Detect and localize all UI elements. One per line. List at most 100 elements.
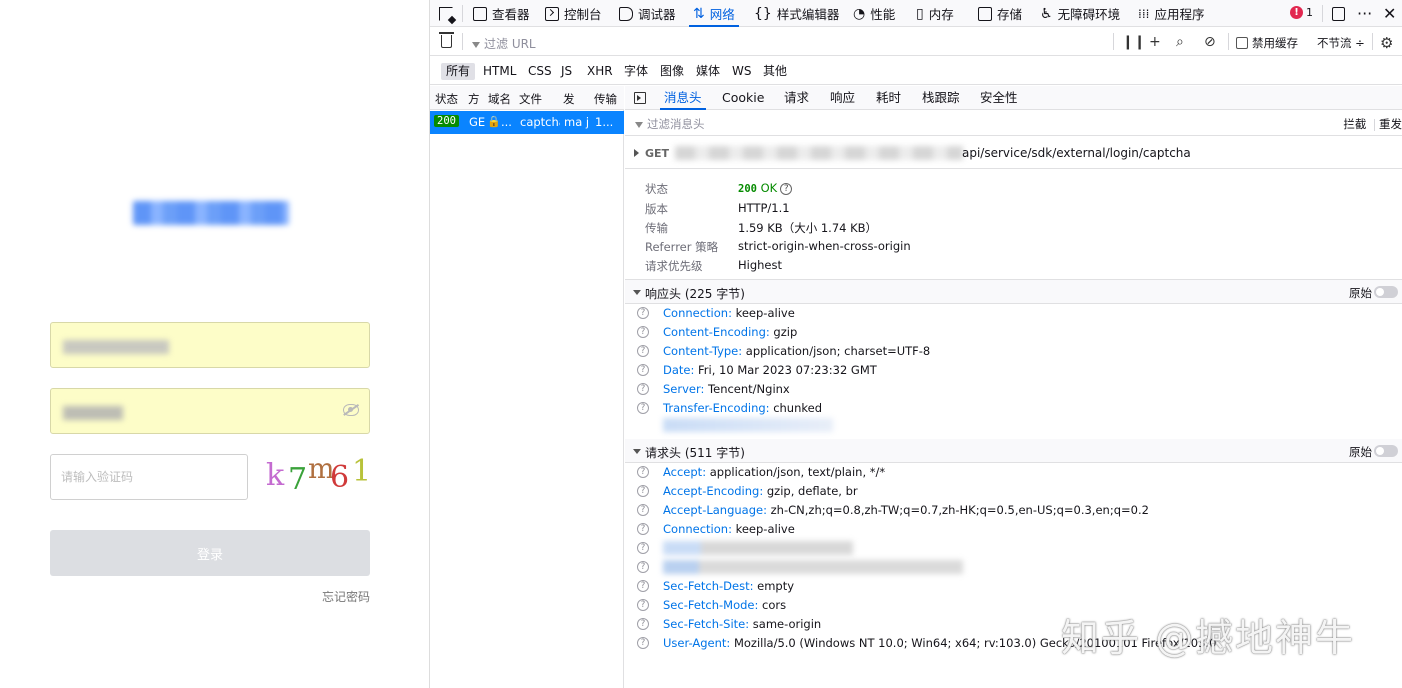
header-filter-input[interactable]: 过滤消息头 <box>635 116 705 132</box>
request-summary: 状态 200 OK? 版本 HTTP/1.1 传输 1.59 KB（大小 1.74 … <box>625 170 1402 280</box>
column-file[interactable]: 文件 <box>519 91 542 107</box>
disable-cache-checkbox[interactable]: 禁用缓存 <box>1236 35 1298 51</box>
clear-requests-icon[interactable] <box>439 32 454 48</box>
forgot-password-link[interactable]: 忘记密码 <box>322 588 370 605</box>
tab-storage[interactable]: 存储 <box>978 0 1022 27</box>
type-filter-media[interactable]: 媒体 <box>691 63 725 80</box>
add-button[interactable]: + <box>1149 34 1161 50</box>
tab-application[interactable]: ⁞⁞⁞ 应用程序 <box>1138 0 1204 27</box>
error-count[interactable]: 1 <box>1306 6 1313 19</box>
type-filter-font[interactable]: 字体 <box>619 63 653 80</box>
tab-memory[interactable]: ▯ 内存 <box>916 0 954 27</box>
header-filter-bar: 过滤消息头 拦截 重发 <box>625 111 1402 136</box>
captcha-image[interactable]: k 7 m 6 1 <box>266 452 374 500</box>
tab-label: 控制台 <box>564 7 602 22</box>
status-code: 200 <box>738 183 757 195</box>
close-devtools-button[interactable]: ✕ <box>1383 0 1396 27</box>
tab-request[interactable]: 请求 <box>784 86 809 110</box>
help-icon[interactable]: ? <box>780 182 793 195</box>
tab-accessibility[interactable]: ♿ 无障碍环境 <box>1040 0 1120 27</box>
tab-security[interactable]: 安全性 <box>980 86 1018 110</box>
captcha-input[interactable] <box>50 454 248 500</box>
tab-timings[interactable]: 耗时 <box>876 86 901 110</box>
response-headers-section[interactable]: 响应头 (225 字节) 原始 <box>625 280 1402 304</box>
help-icon[interactable]: ? <box>637 402 649 414</box>
tab-stack-trace[interactable]: 栈跟踪 <box>922 86 960 110</box>
tab-network[interactable]: ⇅ 网络 <box>689 0 739 27</box>
help-icon[interactable]: ? <box>637 561 649 573</box>
help-icon[interactable]: ? <box>637 542 649 554</box>
request-headers-section[interactable]: 请求头 (511 字节) 原始 <box>625 439 1402 463</box>
help-icon[interactable]: ? <box>637 618 649 630</box>
tab-inspector[interactable]: 查看器 <box>473 0 530 27</box>
element-picker-button[interactable] <box>439 0 453 27</box>
dock-button[interactable] <box>1332 0 1345 27</box>
help-icon[interactable]: ? <box>637 504 649 516</box>
type-filter-ws[interactable]: WS <box>727 63 756 80</box>
type-filter-css[interactable]: CSS <box>523 63 557 80</box>
pause-button[interactable]: ❙❙ <box>1122 34 1145 50</box>
help-icon[interactable]: ? <box>637 466 649 478</box>
help-icon[interactable]: ? <box>637 383 649 395</box>
toggle-password-icon[interactable] <box>343 404 359 416</box>
more-icon: ··· <box>1357 4 1373 23</box>
error-badge-icon[interactable]: ! <box>1290 6 1303 19</box>
plus-icon: + <box>1149 34 1161 50</box>
request-url-row[interactable]: GET api/service/sdk/external/login/captc… <box>625 137 1402 169</box>
tab-debugger[interactable]: 调试器 <box>619 0 676 27</box>
column-transferred[interactable]: 传输 <box>594 91 617 107</box>
raw-toggle[interactable] <box>1374 286 1398 298</box>
request-list: 状态 方 域名 文件 发 传输 200 GE 🔒 ... captcha ma … <box>430 86 624 688</box>
type-filter-image[interactable]: 图像 <box>655 63 689 80</box>
column-initiator[interactable]: 发 <box>563 91 575 107</box>
column-domain[interactable]: 域名 <box>488 91 511 107</box>
tab-label: 内存 <box>928 7 954 22</box>
network-filter-bar: 过滤 URL ❙❙ + ⌕ ⊘ 禁用缓存 不节流 ÷ ⚙ <box>430 28 1402 56</box>
block-request-button[interactable]: 拦截 <box>1343 117 1366 131</box>
type-filter-xhr[interactable]: XHR <box>582 63 618 80</box>
help-icon[interactable]: ? <box>637 580 649 592</box>
type-filter-js[interactable]: JS <box>556 63 577 80</box>
resend-button[interactable]: 重发 <box>1379 117 1402 131</box>
network-icon: ⇅ <box>693 5 705 22</box>
type-filter-other[interactable]: 其他 <box>758 63 792 80</box>
help-icon[interactable]: ? <box>637 599 649 611</box>
column-method[interactable]: 方 <box>468 91 480 107</box>
type-filter-all[interactable]: 所有 <box>441 63 476 80</box>
help-icon[interactable]: ? <box>637 326 649 338</box>
request-header-row: ? <box>637 539 877 558</box>
tab-console[interactable]: 控制台 <box>545 0 602 27</box>
tab-headers[interactable]: 消息头 <box>660 86 705 110</box>
password-field[interactable] <box>50 388 370 434</box>
debugger-icon <box>619 6 633 21</box>
help-icon[interactable]: ? <box>637 364 649 376</box>
raw-toggle[interactable] <box>1374 445 1398 457</box>
tab-response[interactable]: 响应 <box>830 86 855 110</box>
table-row[interactable]: 200 GE 🔒 ... captcha ma j 1... <box>430 111 624 134</box>
raw-label: 原始 <box>1349 445 1372 459</box>
tab-cookies[interactable]: Cookie <box>722 86 764 110</box>
request-initiator: ma j <box>564 115 590 129</box>
filter-url-input[interactable]: 过滤 URL <box>472 35 536 52</box>
block-button[interactable]: ⊘ <box>1204 34 1216 50</box>
help-icon[interactable]: ? <box>637 523 649 535</box>
help-icon[interactable]: ? <box>637 345 649 357</box>
help-icon[interactable]: ? <box>637 637 649 649</box>
type-filter-html[interactable]: HTML <box>478 63 521 80</box>
help-icon[interactable]: ? <box>637 485 649 497</box>
request-headers-title: 请求头 (511 字节) <box>645 446 745 460</box>
tab-performance[interactable]: ◔ 性能 <box>853 0 895 27</box>
tab-style-editor[interactable]: {} 样式编辑器 <box>754 0 839 27</box>
search-icon: ⌕ <box>1176 34 1184 50</box>
search-button[interactable]: ⌕ <box>1176 34 1184 50</box>
storage-icon <box>978 6 992 21</box>
settings-button[interactable]: ⚙ <box>1380 34 1393 52</box>
help-icon[interactable]: ? <box>637 307 649 319</box>
throttle-select[interactable]: 不节流 ÷ <box>1317 35 1365 51</box>
more-options-button[interactable]: ··· <box>1357 0 1372 27</box>
column-status[interactable]: 状态 <box>435 91 458 107</box>
detail-tabs: 消息头 Cookie 请求 响应 耗时 栈跟踪 安全性 <box>625 86 1402 110</box>
username-field[interactable] <box>50 322 370 368</box>
login-button[interactable]: 登录 <box>50 530 370 576</box>
toggle-sidebar-icon[interactable] <box>634 92 646 104</box>
